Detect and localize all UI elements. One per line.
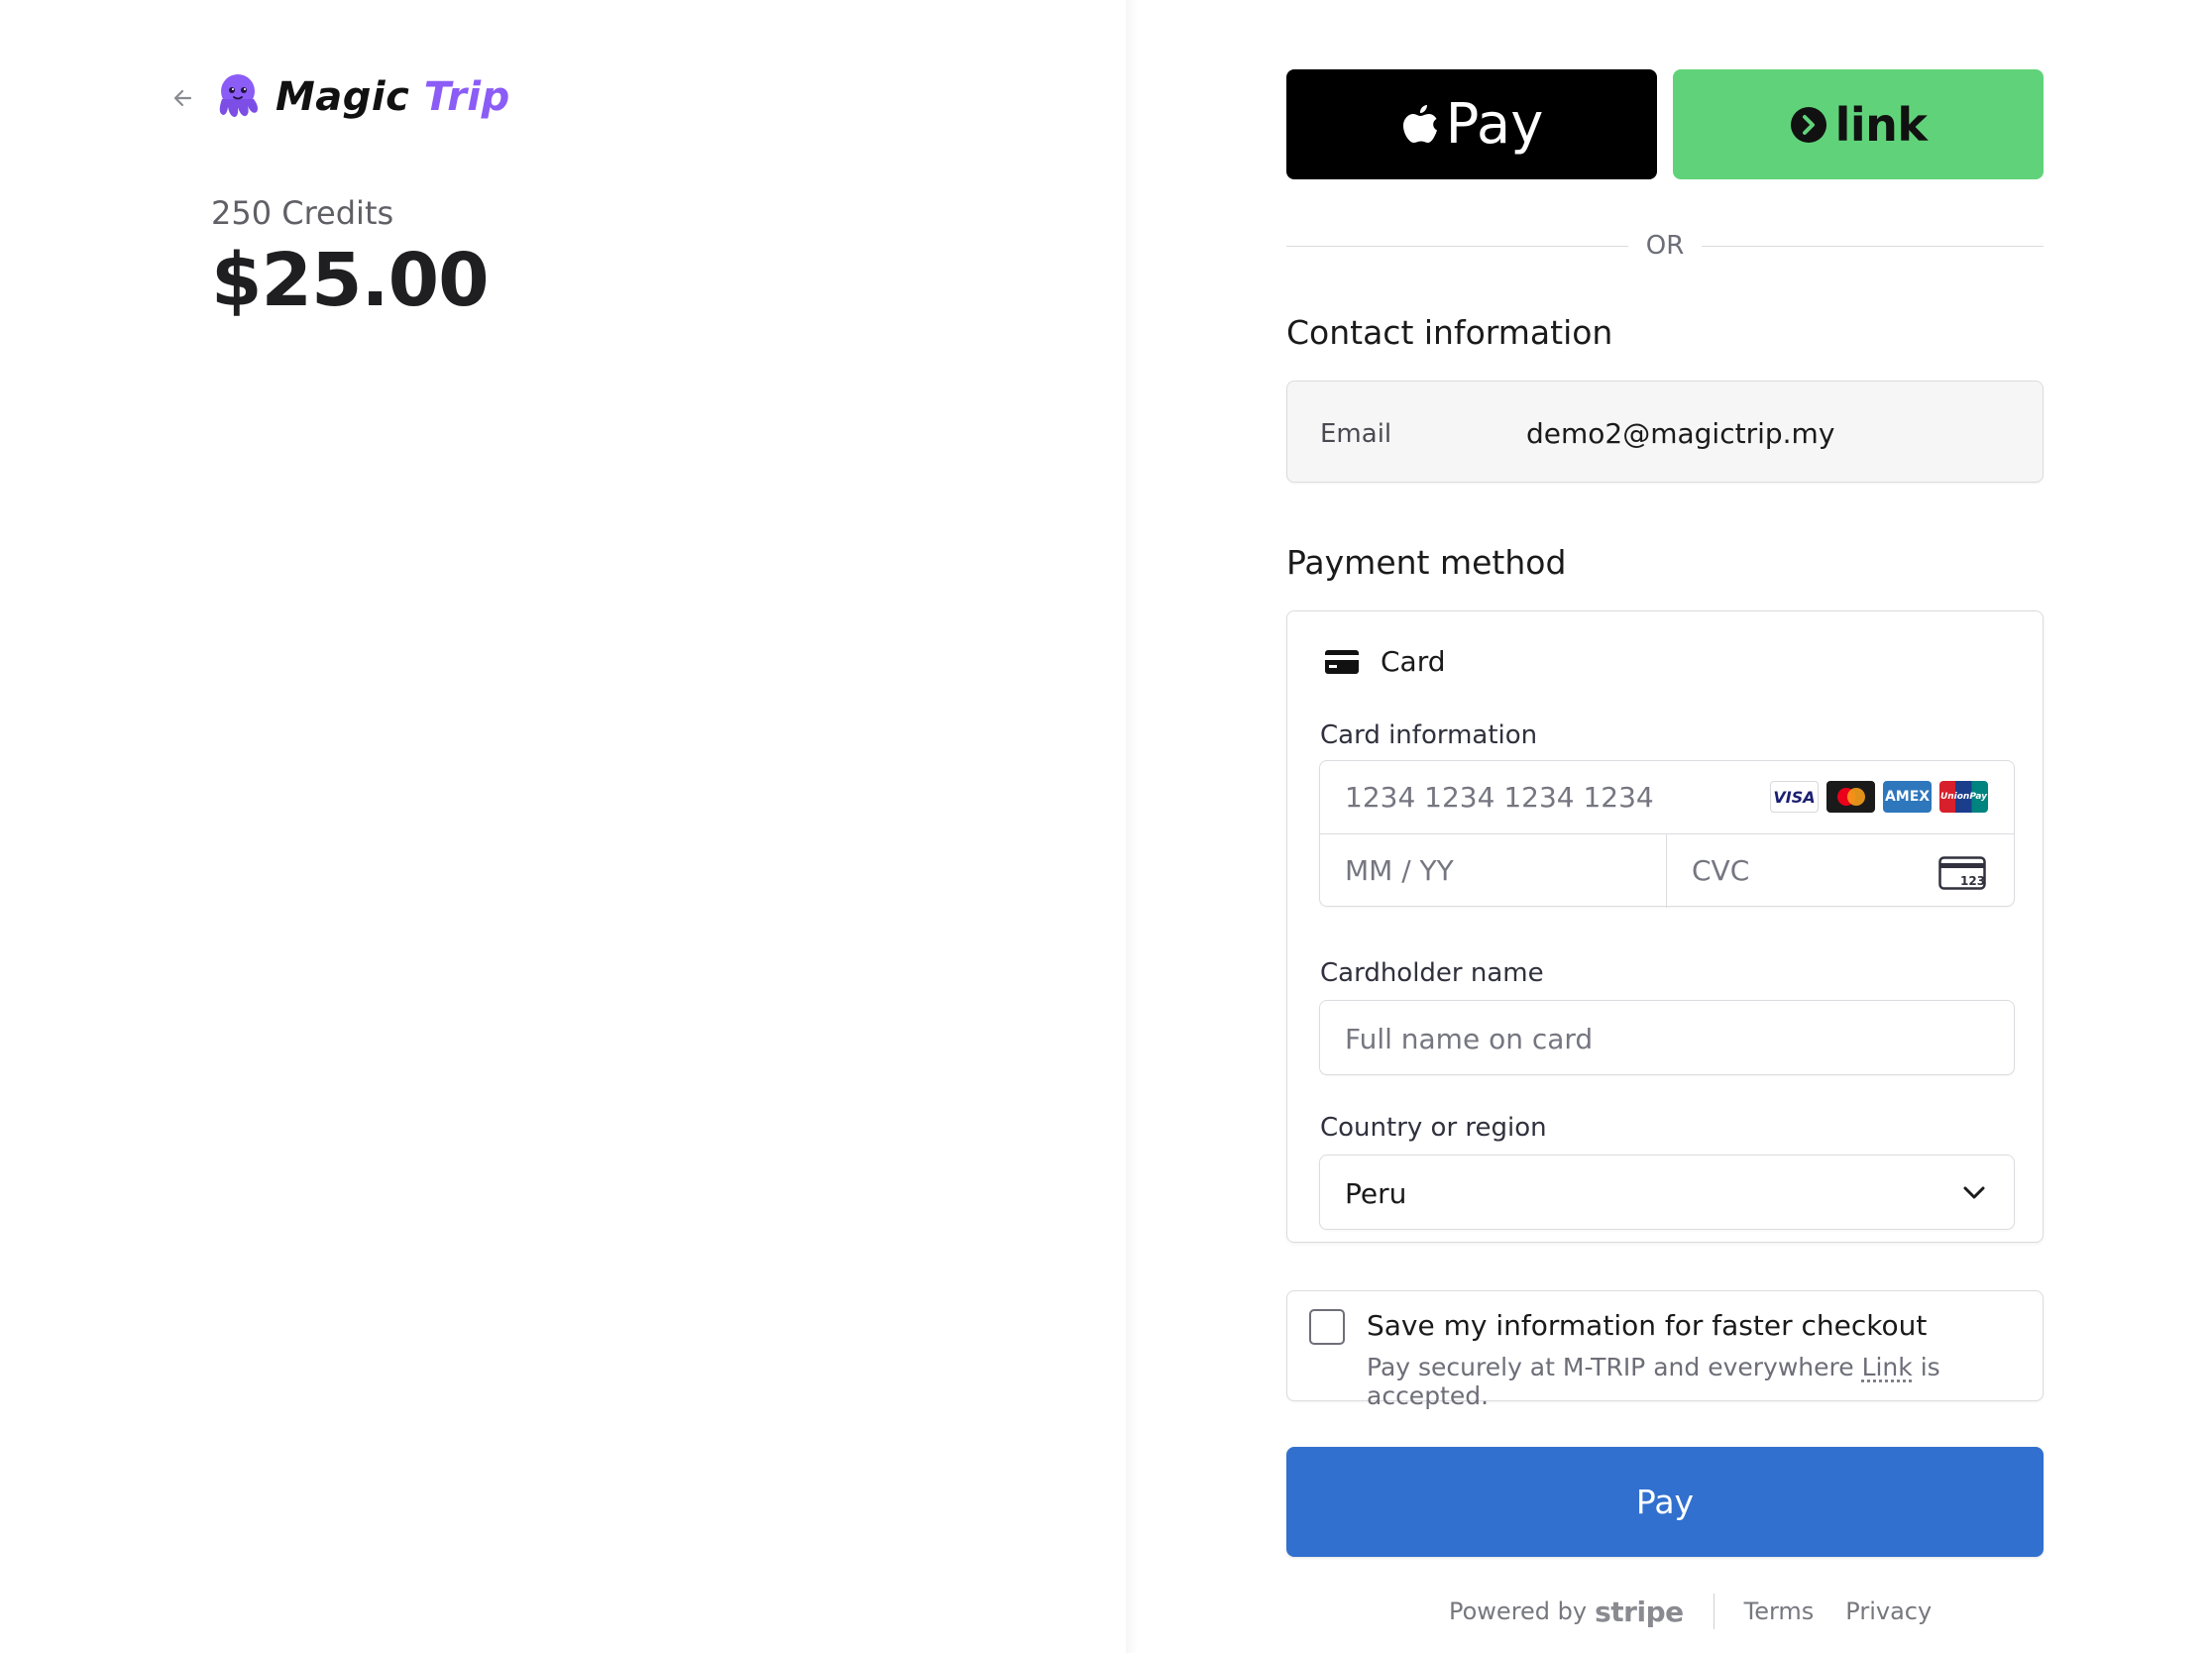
or-text: OR (1645, 231, 1685, 261)
apple-pay-label: Pay (1445, 92, 1544, 157)
card-information-label: Card information (1320, 720, 1538, 750)
contact-title: Contact information (1286, 313, 1613, 352)
link-info-link[interactable]: Link (1862, 1353, 1913, 1381)
card-information-group: 1234 1234 1234 1234 VISA AMEX UnionPay M… (1319, 760, 2016, 908)
unionpay-icon: UnionPay (1939, 781, 1988, 813)
cvc-placeholder: CVC (1692, 854, 1750, 887)
brand-name-part1: Magic (276, 73, 410, 120)
panel-divider (1126, 0, 1138, 1653)
divider-line-left (1286, 245, 1628, 247)
powered-by-text: Powered by (1449, 1598, 1588, 1625)
expiry-input[interactable]: MM / YY (1320, 834, 1667, 908)
link-arrow-icon (1790, 106, 1826, 143)
card-brands: VISA AMEX UnionPay (1770, 781, 1988, 813)
country-value: Peru (1345, 1177, 1407, 1210)
or-divider: OR (1286, 226, 2044, 266)
amex-text: AMEX (1884, 789, 1931, 805)
save-info-box: Save my information for faster checkout … (1286, 1290, 2044, 1410)
payment-title: Payment method (1286, 543, 1567, 582)
credit-card-icon (1325, 649, 1359, 674)
mastercard-icon (1826, 781, 1875, 813)
octopus-logo-icon (219, 74, 258, 117)
product-price: $25.00 (211, 238, 490, 323)
save-info-title: Save my information for faster checkout (1367, 1309, 1928, 1342)
unionpay-text: UnionPay (1939, 792, 1988, 802)
link-pay-button[interactable]: link (1673, 69, 2044, 179)
payment-method-box: Card Card information 1234 1234 1234 123… (1286, 610, 2044, 1243)
card-number-input[interactable]: 1234 1234 1234 1234 VISA AMEX UnionPay (1320, 761, 2014, 834)
card-method-label: Card (1381, 645, 1446, 678)
back-arrow-icon[interactable] (168, 83, 198, 113)
product-name: 250 Credits (211, 194, 394, 232)
apple-pay-button[interactable]: Pay (1286, 69, 1657, 179)
pay-button[interactable]: Pay (1286, 1447, 2044, 1557)
chevron-down-icon (1963, 1186, 1985, 1199)
card-method-header[interactable]: Card (1325, 645, 1446, 678)
divider-line-right (1702, 245, 2044, 247)
cvc-input[interactable]: CVC 123 (1667, 834, 2016, 908)
stripe-logo[interactable]: stripe (1595, 1596, 1684, 1628)
brand-name: Magic Trip (276, 74, 510, 120)
footer: Powered by stripe Terms Privacy (1449, 1594, 1963, 1629)
link-label: link (1834, 97, 1928, 152)
mastercard-circles (1836, 788, 1865, 806)
save-info-checkbox[interactable] (1309, 1309, 1345, 1345)
amex-icon: AMEX (1883, 781, 1932, 813)
cvc-card-icon: 123 (1938, 856, 1986, 890)
visa-text: VISA (1773, 787, 1816, 807)
country-select[interactable]: Peru (1319, 1155, 2015, 1230)
cvc-icon-text: 123 (1960, 874, 1985, 888)
privacy-link[interactable]: Privacy (1845, 1598, 1932, 1625)
terms-link[interactable]: Terms (1744, 1598, 1815, 1625)
save-info-subtitle: Pay securely at M-TRIP and everywhere Li… (1367, 1353, 2043, 1410)
cardholder-name-input[interactable]: Full name on card (1319, 1000, 2015, 1075)
cardholder-label: Cardholder name (1320, 958, 1544, 988)
country-label: Country or region (1320, 1113, 1547, 1143)
cardholder-placeholder: Full name on card (1345, 1023, 1594, 1055)
apple-icon (1402, 104, 1437, 143)
save-info-sub-prefix: Pay securely at M-TRIP and everywhere (1367, 1353, 1862, 1381)
card-number-placeholder: 1234 1234 1234 1234 (1345, 781, 1654, 814)
email-field[interactable]: Email demo2@magictrip.my (1286, 381, 2044, 483)
email-label: Email (1320, 419, 1392, 449)
visa-icon: VISA (1770, 781, 1819, 813)
expiry-placeholder: MM / YY (1345, 854, 1454, 887)
order-summary-panel: Magic Trip 250 Credits $25.00 (0, 0, 1126, 1653)
brand[interactable]: Magic Trip (211, 69, 510, 124)
email-value: demo2@magictrip.my (1526, 417, 1835, 450)
brand-name-part2: Trip (423, 73, 510, 120)
